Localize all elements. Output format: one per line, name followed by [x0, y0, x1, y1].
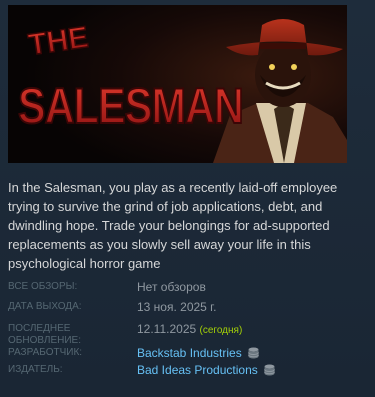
- last-update-row: ПОСЛЕДНЕЕ ОБНОВЛЕНИЕ: 12.11.2025 (сегодн…: [8, 321, 368, 347]
- last-update-label-line2: ОБНОВЛЕНИЕ:: [8, 335, 81, 346]
- reviews-label: ВСЕ ОБЗОРЫ:: [8, 281, 78, 292]
- last-update-label-line1: ПОСЛЕДНЕЕ: [8, 323, 71, 334]
- game-meta: ВСЕ ОБЗОРЫ: Нет обзоров ДАТА ВЫХОДА: 13 …: [8, 280, 368, 384]
- publisher-value: Bad Ideas Productions: [137, 362, 276, 378]
- publisher-row: ИЗДАТЕЛЬ: Bad Ideas Productions: [8, 362, 368, 384]
- release-date-value: 13 ноя. 2025 г.: [137, 300, 217, 314]
- header-capsule-image[interactable]: THE SALESMAN: [8, 5, 347, 163]
- release-date-label: ДАТА ВЫХОДА:: [8, 301, 82, 312]
- game-description: In the Salesman, you play as a recently …: [8, 180, 338, 271]
- stack-icon[interactable]: [264, 364, 276, 376]
- stack-icon[interactable]: [248, 347, 260, 359]
- capsule-art: THE SALESMAN: [8, 5, 347, 163]
- release-date-row: ДАТА ВЫХОДА: 13 ноя. 2025 г.: [8, 300, 368, 323]
- developer-label: РАЗРАБОТЧИК:: [8, 347, 83, 358]
- last-update-label: ПОСЛЕДНЕЕ ОБНОВЛЕНИЕ:: [8, 323, 128, 347]
- publisher-link[interactable]: Bad Ideas Productions: [137, 363, 258, 377]
- developer-link[interactable]: Backstab Industries: [137, 346, 242, 360]
- reviews-value: Нет обзоров: [137, 280, 206, 294]
- last-update-date: 12.11.2025: [137, 322, 197, 336]
- game-info-panel: THE SALESMAN In the Salesman, you play a…: [0, 0, 375, 397]
- publisher-label: ИЗДАТЕЛЬ:: [8, 364, 63, 375]
- reviews-row: ВСЕ ОБЗОРЫ: Нет обзоров: [8, 280, 368, 301]
- last-update-today: (сегодня): [199, 325, 243, 336]
- capsule-title-main: SALESMAN: [18, 78, 243, 134]
- developer-value: Backstab Industries: [137, 345, 260, 361]
- last-update-value: 12.11.2025 (сегодня): [137, 321, 242, 339]
